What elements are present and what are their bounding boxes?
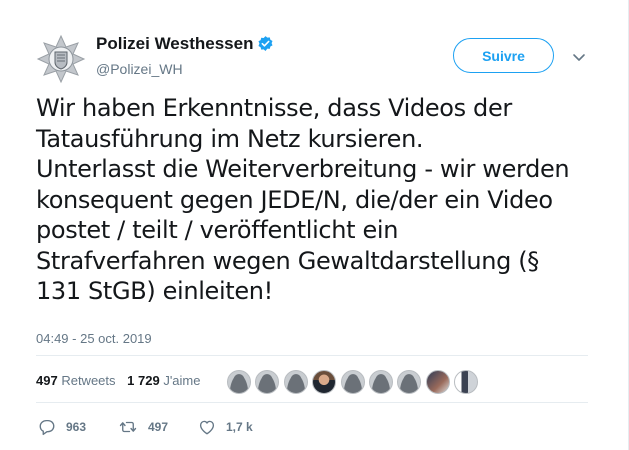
verified-badge-icon [257,35,274,52]
liker-avatar[interactable] [425,370,450,394]
tweet-line: 131 StGB) einleiten! [36,277,273,305]
retweets-count: 497 [36,373,58,388]
like-button[interactable]: 1,7 k [198,418,253,436]
retweet-count: 497 [148,420,169,434]
tweet-stats: 497 Retweets 1 729 J'aime [36,373,209,388]
likes-stat[interactable]: 1 729 J'aime [127,373,200,388]
follow-button[interactable]: Suivre [453,38,554,73]
likes-label: J'aime [163,373,201,388]
tweet-line: Wir haben Erkenntnisse, dass Videos der [36,94,512,122]
reply-count: 963 [66,420,87,434]
heart-icon [199,420,215,435]
tweet-text: Wir haben Erkenntnisse, dass Videos der … [36,93,596,307]
liker-avatar[interactable] [397,370,422,394]
tweet-timestamp[interactable]: 04:49 - 25 oct. 2019 [36,331,152,346]
divider [36,402,588,403]
liker-avatars [227,370,483,394]
tweet-card: Polizei Westhessen @Polizei_WH Suivre Wi… [0,0,629,450]
like-count: 1,7 k [226,420,253,434]
liker-avatar[interactable] [340,370,365,394]
tweet-line: Unterlasst die Weiterverbreitung - wir w… [36,155,570,183]
retweets-stat[interactable]: 497 Retweets [36,373,116,388]
divider [36,355,588,356]
liker-avatar[interactable] [454,370,479,394]
author-name[interactable]: Polizei Westhessen [96,34,274,54]
liker-avatar[interactable] [312,370,337,394]
reply-icon [39,419,55,436]
police-star-avatar[interactable] [36,34,86,84]
retweets-label: Retweets [61,373,116,388]
author-name-text[interactable]: Polizei Westhessen [96,34,253,53]
tweet-line: konsequent gegen JEDE/N, die/der ein Vid… [36,185,553,214]
liker-avatar[interactable] [227,370,251,394]
retweet-button[interactable]: 497 [118,418,168,436]
author-handle[interactable]: @Polizei_WH [96,61,183,77]
liker-avatar[interactable] [368,370,393,394]
tweet-line: Tatausführung im Netz kursieren. [36,124,424,153]
reply-button[interactable]: 963 [38,418,86,436]
tweet-line: Strafverfahren wegen Gewaltdarstellung (… [36,246,539,275]
retweet-icon [119,421,137,433]
liker-avatar[interactable] [283,370,308,394]
liker-avatar[interactable] [255,370,280,394]
chevron-down-icon[interactable] [572,50,586,61]
tweet-line: postet / teilt / veröffentlicht ein [36,216,399,244]
likes-count: 1 729 [127,373,160,388]
